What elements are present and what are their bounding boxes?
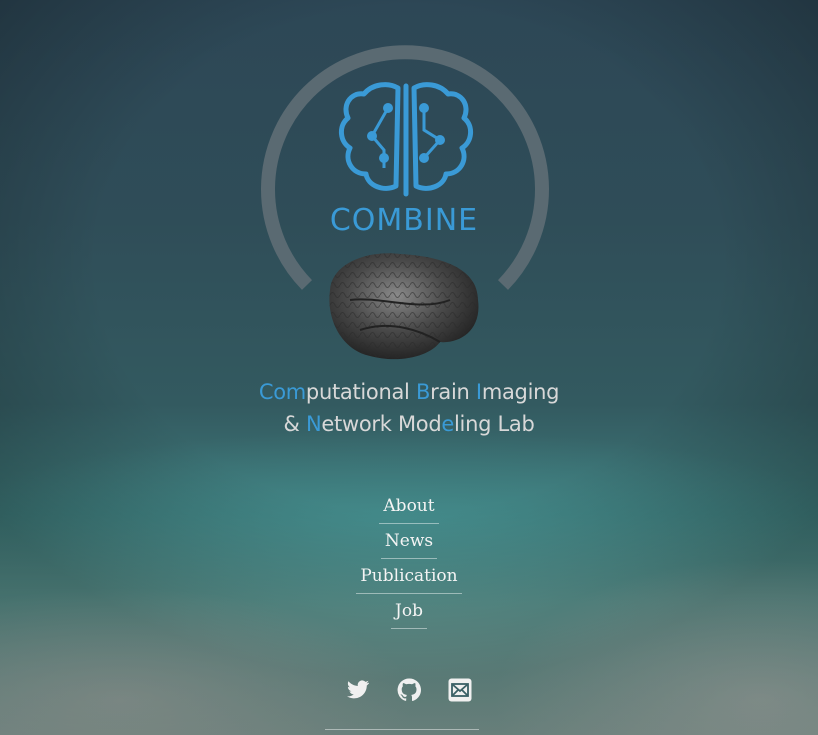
nav-job[interactable]: Job <box>391 597 427 629</box>
lab-logo: COMBINE Computational Brain Imaging & Ne… <box>0 0 818 460</box>
lab-name-segment: e <box>441 412 454 436</box>
twitter-icon[interactable] <box>346 678 370 702</box>
nav-publication[interactable]: Publication <box>356 562 462 594</box>
lab-name-segment: M <box>397 412 416 436</box>
lab-name-segment: etwork <box>321 412 398 436</box>
lab-name-segment: C <box>258 380 274 404</box>
main-nav: About News Publication Job <box>0 492 818 632</box>
lab-name-segment: rain <box>430 380 476 404</box>
lab-name-segment: om <box>273 380 306 404</box>
nav-news[interactable]: News <box>380 527 438 559</box>
lab-name-segment: od <box>415 412 442 436</box>
circuit-brain-icon <box>339 82 473 197</box>
lab-name-segment: B <box>415 380 431 404</box>
brain-3d-image <box>329 253 479 360</box>
lab-name-segment: maging <box>481 380 560 404</box>
github-icon[interactable] <box>397 678 421 702</box>
lab-name-segment: & <box>283 412 306 436</box>
footer-divider <box>325 729 479 730</box>
lab-name-segment: putational <box>305 380 416 404</box>
nav-about[interactable]: About <box>379 492 439 524</box>
lab-name-line-1: Computational Brain Imaging <box>0 380 818 404</box>
lab-name-line-2: & Network Modeling Lab <box>0 412 818 436</box>
email-icon[interactable] <box>448 678 472 702</box>
social-links <box>0 678 818 702</box>
brand-name: COMBINE <box>330 203 478 238</box>
lab-name-segment: N <box>305 412 322 436</box>
lab-name-segment: ling Lab <box>454 412 535 436</box>
